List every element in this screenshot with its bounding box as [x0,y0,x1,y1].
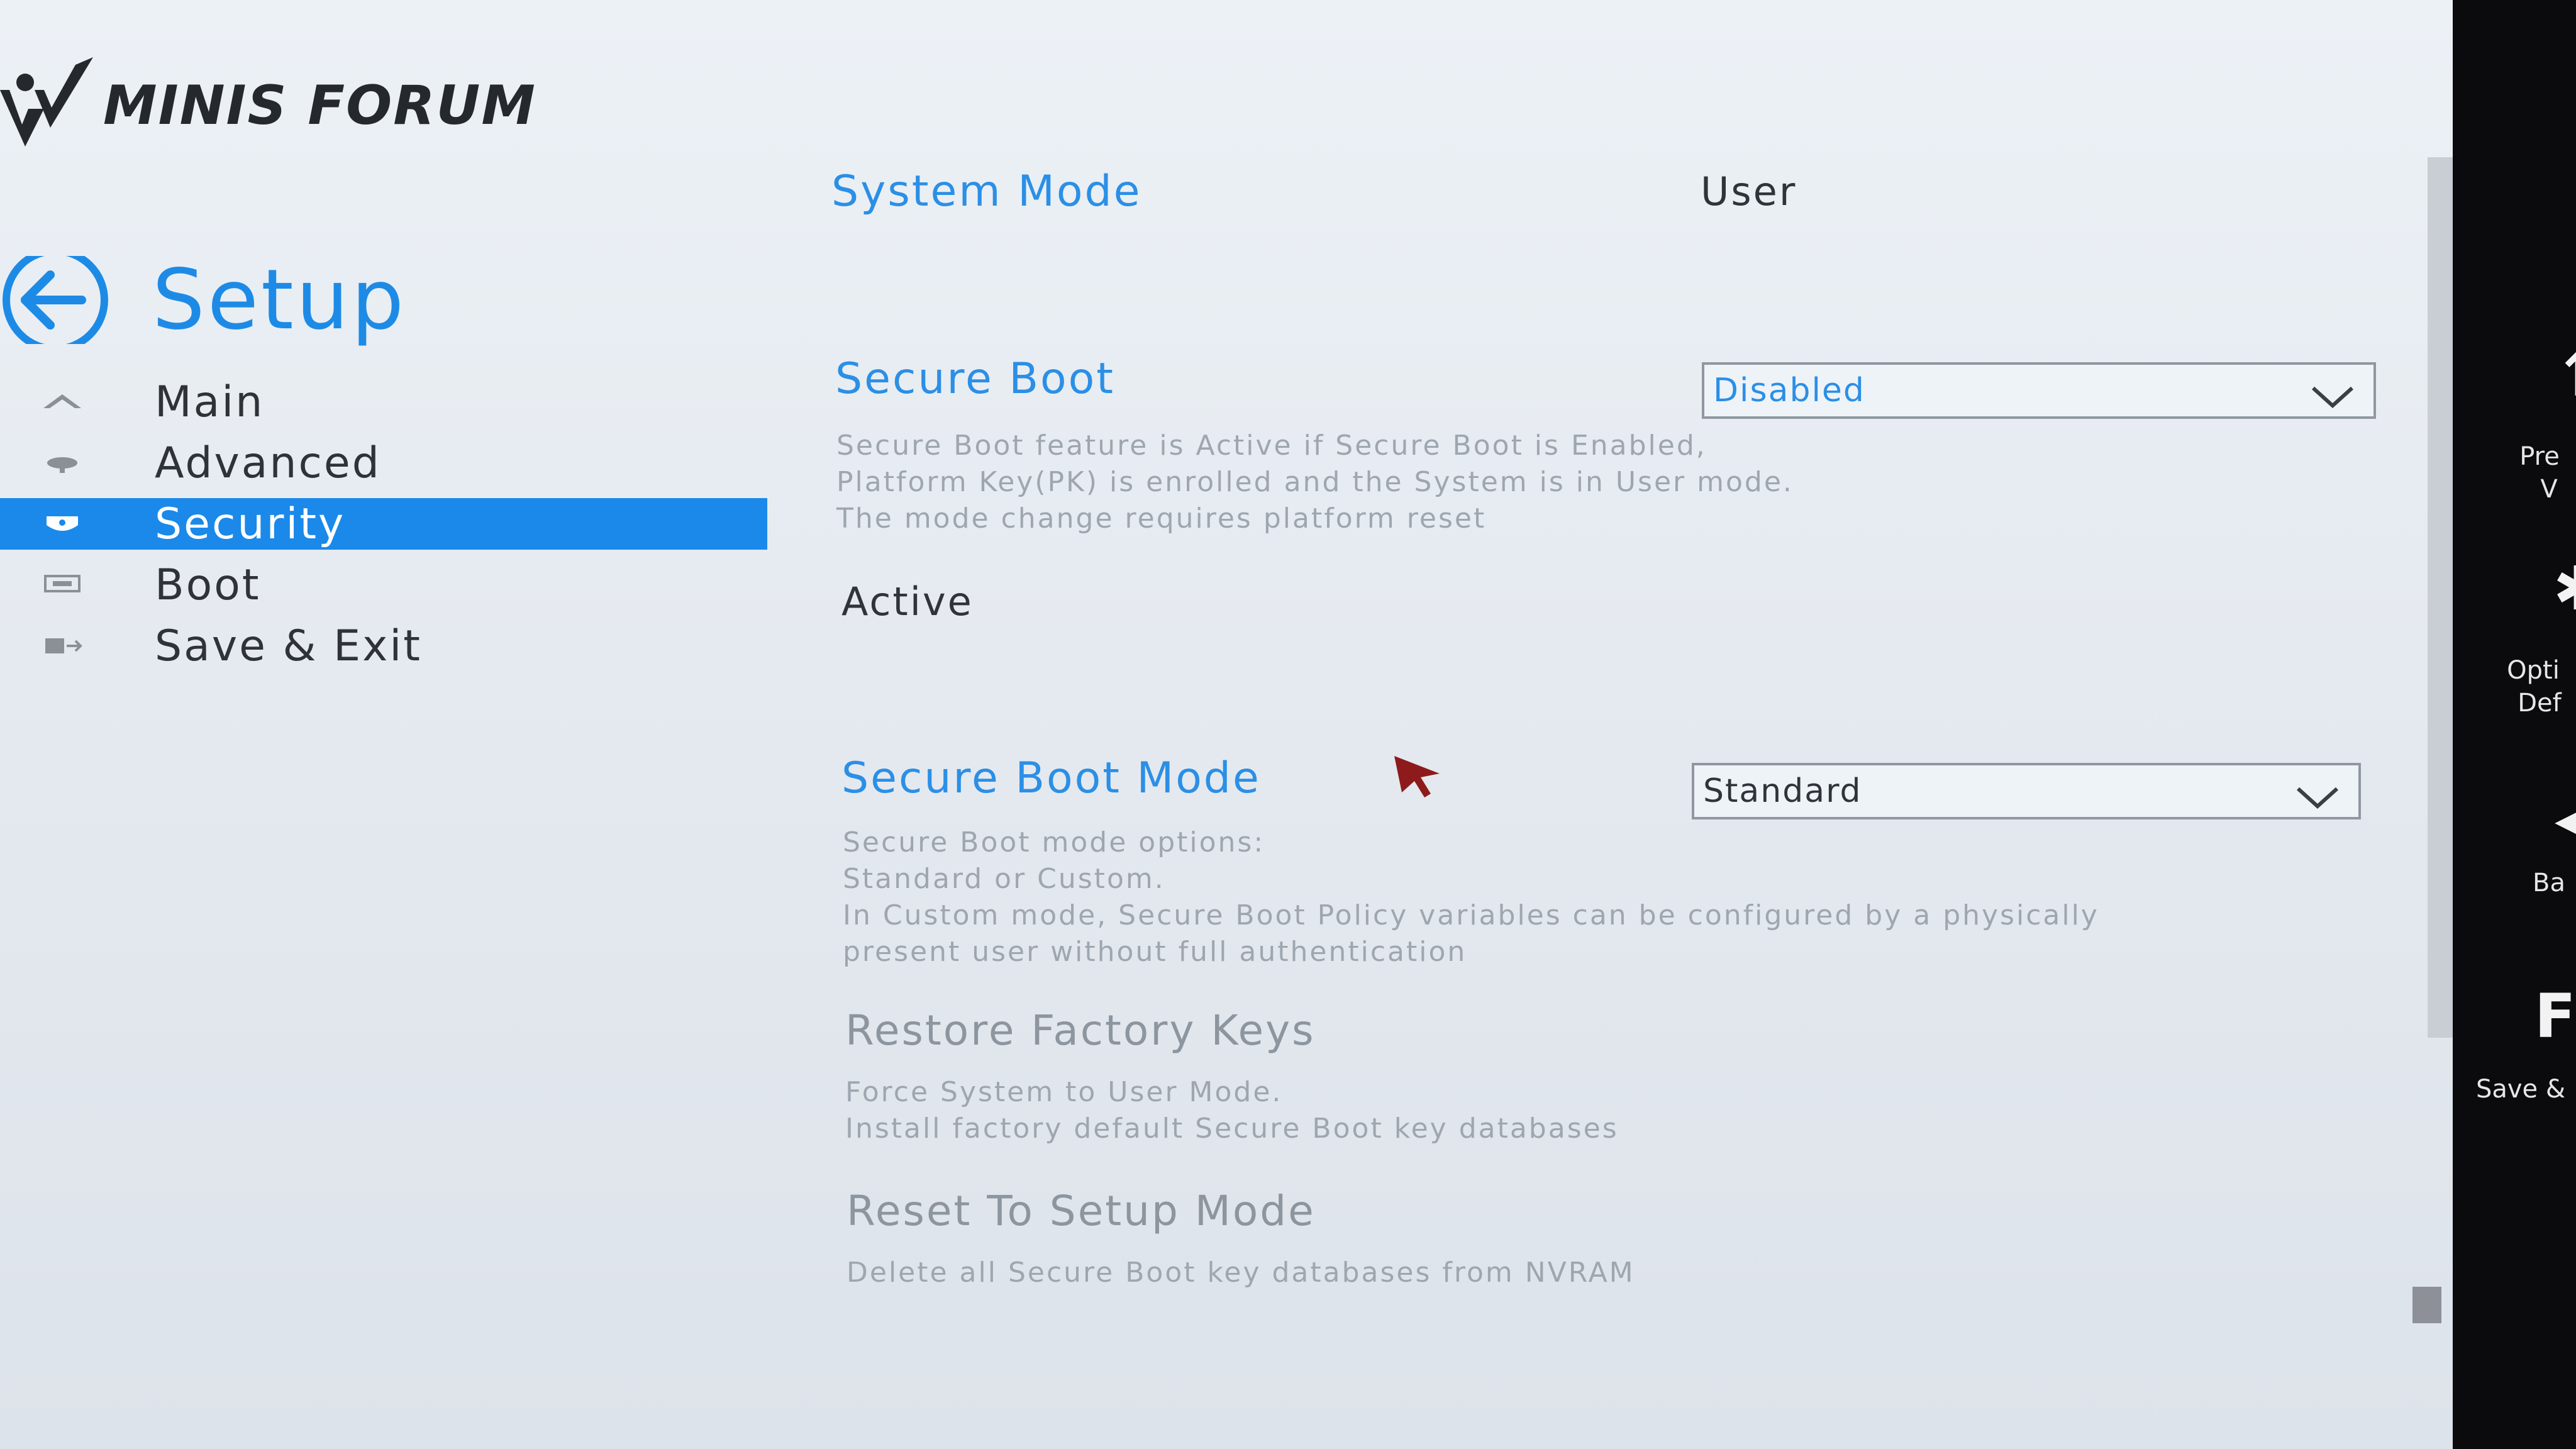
page-title: Setup [152,252,407,348]
chevron-down-icon [2296,780,2340,818]
secure-boot-selected-value: Disabled [1713,372,1865,409]
advanced-icon [40,450,84,475]
action-item-label: Save & [2453,1073,2576,1106]
sidebar-item-label: Main [155,377,265,427]
sidebar-item-security[interactable]: Security [0,498,767,550]
secure-boot-dropdown[interactable]: Disabled [1702,362,2376,419]
system-mode-value: User [1701,169,1797,214]
minisforum-logo: MINIS FORUM [0,49,536,162]
reset-to-setup-mode-help: Delete all Secure Boot key databases fro… [847,1255,1635,1291]
secure-boot-mode-help: Secure Boot mode options: Standard or Cu… [843,824,2099,970]
sidebar-item-main[interactable]: Main [0,376,767,428]
back-icon: ◀ [2555,783,2576,853]
mouse-cursor-icon [1393,755,1443,801]
secure-boot-help: Secure Boot feature is Active if Secure … [836,428,1794,537]
secure-boot-mode-label[interactable]: Secure Boot Mode [841,753,1261,803]
action-item-label: Opti Def [2453,654,2576,719]
help-line: The mode change requires platform reset [836,502,1487,535]
boot-icon [40,572,84,597]
action-label-line: Save & [2475,1075,2566,1104]
logo-text: MINIS FORUM [103,74,536,137]
secure-boot-status: Active [841,579,974,625]
action-item-label: Ba [2453,867,2576,899]
chevron-down-icon [2311,380,2355,418]
action-label-line: Pre [2519,442,2560,471]
action-label-line: Opti [2507,656,2560,685]
system-mode-label: System Mode [831,167,1142,216]
bios-screen: MINIS FORUM Setup Main Advanced Security… [0,0,2512,1449]
setup-header: Setup [0,252,406,348]
reset-to-setup-mode-item[interactable]: Reset To Setup Mode [847,1187,1316,1235]
sidebar-item-label: Advanced [155,438,381,488]
sidebar-nav: Main Advanced Security Boot Save & Exit [0,376,767,681]
secure-boot-label[interactable]: Secure Boot [835,354,1115,404]
back-arrow-circle-icon[interactable] [0,256,113,344]
right-action-bar: ↑ Pre V ✱ Opti Def ◀ Ba F Save & [2453,0,2576,1449]
action-label-line: V [2540,475,2558,504]
previous-values-icon: ↑ [2553,340,2576,410]
help-line: Force System to User Mode. [845,1076,1283,1108]
action-label-line: Ba [2533,869,2565,897]
help-line: Install factory default Secure Boot key … [845,1113,1619,1145]
home-icon [40,389,84,414]
sidebar-item-label: Save & Exit [155,621,422,671]
minisforum-logo-icon [0,57,93,147]
help-line: Platform Key(PK) is enrolled and the Sys… [836,466,1794,498]
sidebar-item-boot[interactable]: Boot [0,559,767,611]
action-label-line: Def [2518,689,2562,718]
scrollbar-end-marker [2412,1287,2441,1323]
shield-icon [40,511,84,536]
action-item-label: Pre V [2453,440,2576,506]
sidebar-item-save-exit[interactable]: Save & Exit [0,620,767,672]
restore-factory-keys-help: Force System to User Mode. Install facto… [845,1074,1619,1147]
sidebar-item-label: Security [155,499,346,549]
sidebar-item-advanced[interactable]: Advanced [0,437,767,489]
help-line: Secure Boot mode options: [843,826,1265,858]
restore-factory-keys-item[interactable]: Restore Factory Keys [845,1006,1316,1055]
secure-boot-mode-selected-value: Standard [1703,772,1862,810]
help-line: present user without full authentication [843,936,1467,968]
help-line: In Custom mode, Secure Boot Policy varia… [843,899,2099,931]
help-line: Standard or Custom. [843,863,1165,895]
sidebar-item-label: Boot [155,560,261,610]
help-line: Secure Boot feature is Active if Secure … [836,430,1707,462]
secure-boot-mode-dropdown[interactable]: Standard [1692,763,2361,819]
save-exit-icon [40,633,84,658]
save-icon: F [2534,981,2576,1052]
help-line: Delete all Secure Boot key databases fro… [847,1257,1635,1289]
gear-icon: ✱ [2553,553,2576,624]
